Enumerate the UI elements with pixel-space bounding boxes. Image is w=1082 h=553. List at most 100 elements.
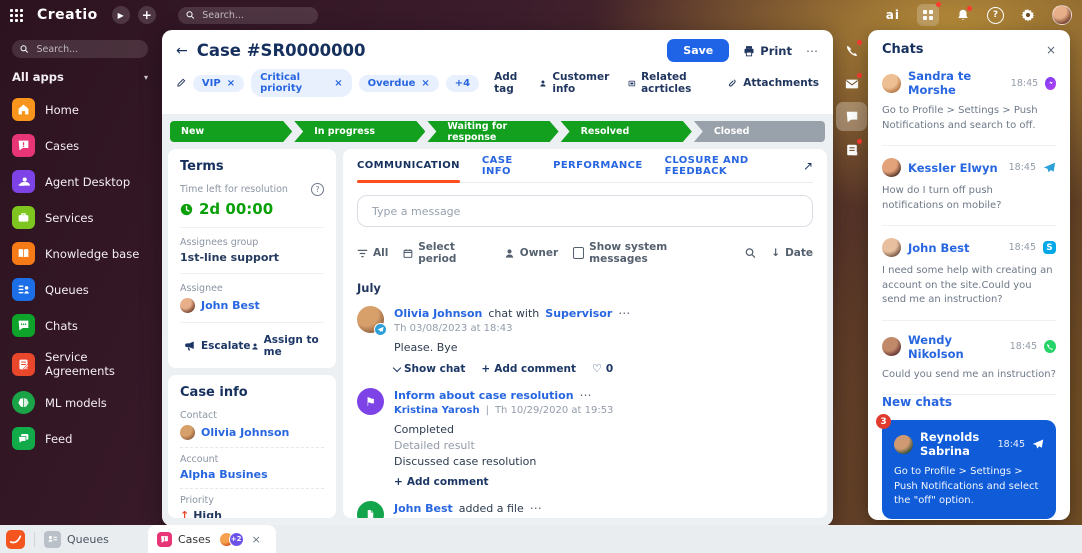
tag-pill[interactable]: Critical priority× <box>251 69 351 97</box>
contact-link[interactable]: Olivia Johnson <box>201 426 289 439</box>
time-left-value-row: 2d 00:00 <box>180 200 324 218</box>
queues-tab-icon <box>44 531 61 548</box>
sidebar-item-service-agreements[interactable]: Service Agreements <box>12 350 148 378</box>
pipeline-stage-new[interactable]: New <box>170 121 292 142</box>
sidebar-item-knowledge-base[interactable]: Knowledge base <box>12 242 148 265</box>
sidebar-item-agent-desktop[interactable]: Agent Desktop <box>12 170 148 193</box>
like-button[interactable]: ♡0 <box>592 362 613 375</box>
tab-case-info[interactable]: CASE INFO <box>482 149 531 182</box>
account-label: Account <box>180 454 324 465</box>
sidebar-item-home[interactable]: Home <box>12 98 148 121</box>
tag-pill[interactable]: VIP× <box>193 75 244 92</box>
pipeline-stage-closed[interactable]: Closed <box>694 121 825 142</box>
close-icon[interactable]: × <box>1046 43 1056 57</box>
feed-item-file: John Best added a file ⋯ 245 kBt|Yesterd… <box>357 501 813 518</box>
more-options-icon[interactable]: ⋯ <box>580 388 593 402</box>
telegram-icon <box>1043 161 1056 174</box>
escalate-button[interactable]: Escalate <box>184 334 251 358</box>
stage-label: Waiting for response <box>447 121 558 143</box>
sidebar-item-services[interactable]: Services <box>12 206 148 229</box>
app-launcher-icon[interactable] <box>10 9 23 22</box>
add-tag-button[interactable]: Add tag <box>494 71 532 95</box>
more-options-icon[interactable]: ⋯ <box>530 501 543 515</box>
settings-button[interactable] <box>1021 8 1035 22</box>
calls-strip-button[interactable] <box>836 36 867 65</box>
tab-communication[interactable]: COMMUNICATION <box>357 149 460 182</box>
pipeline-stage-in-progress[interactable]: In progress <box>294 121 425 142</box>
taskbar-tab-cases[interactable]: Cases +2 × <box>148 525 276 553</box>
tag-pill[interactable]: Overdue× <box>359 75 439 92</box>
sidebar-search-input[interactable] <box>34 43 140 56</box>
notifications-button[interactable] <box>956 8 970 22</box>
pipeline-stage-resolved[interactable]: Resolved <box>561 121 692 142</box>
pencil-icon[interactable] <box>176 77 186 89</box>
email-strip-button[interactable] <box>836 69 867 98</box>
remove-tag-icon[interactable]: × <box>227 78 235 89</box>
new-chat-card[interactable]: 3 Reynolds Sabrina 18:45 Go to Profile >… <box>882 420 1056 519</box>
global-search-input[interactable] <box>200 9 310 22</box>
task-title-link[interactable]: Inform about case resolution <box>394 389 574 402</box>
add-comment-button[interactable]: +Add comment <box>394 476 489 488</box>
chat-list-item[interactable]: Sandra te Morshe 18:45 Go to Profile > S… <box>882 57 1056 146</box>
sidebar-item-ml-models[interactable]: ML models <box>12 391 148 414</box>
chats-strip-button[interactable] <box>836 102 867 131</box>
more-options-icon[interactable]: ⋯ <box>618 306 631 320</box>
play-button[interactable]: ▶ <box>112 6 130 24</box>
status-pipeline: New In progress Waiting for response Res… <box>170 121 825 142</box>
chat-list-item[interactable]: Wendy Nikolson 18:45 Could you send me a… <box>882 321 1056 396</box>
save-button[interactable]: Save <box>667 39 729 62</box>
workplaces-button[interactable] <box>917 4 939 26</box>
related-articles-button[interactable]: Related acrticles <box>628 71 711 95</box>
global-search[interactable] <box>178 7 318 24</box>
more-tags-pill[interactable]: +4 <box>446 75 479 92</box>
filter-all[interactable]: All <box>357 247 388 259</box>
sidebar-item-feed[interactable]: Feed <box>12 427 148 450</box>
agent-icon <box>12 170 35 193</box>
sidebar-search[interactable] <box>12 40 148 58</box>
help-button[interactable]: ? <box>987 7 1004 24</box>
all-apps-selector[interactable]: All apps ▾ <box>12 70 148 84</box>
close-tab-icon[interactable]: × <box>252 533 261 546</box>
add-comment-button[interactable]: +Add comment <box>481 363 576 375</box>
account-link[interactable]: Alpha Busines <box>180 468 324 481</box>
filter-select-period[interactable]: Select period <box>403 241 488 265</box>
show-chat-button[interactable]: Show chat <box>394 363 465 375</box>
message-input-box[interactable] <box>357 195 813 227</box>
chat-list-item[interactable]: John Best 18:45 S I need some help with … <box>882 226 1056 321</box>
checkbox-icon[interactable] <box>573 247 584 259</box>
filter-owner[interactable]: Owner <box>504 247 558 259</box>
print-button[interactable]: Print <box>743 44 792 58</box>
add-button[interactable]: + <box>138 6 156 24</box>
target-link[interactable]: Supervisor <box>545 307 612 320</box>
author-link[interactable]: Olivia Johnson <box>394 307 482 320</box>
more-options-icon[interactable]: ⋯ <box>806 44 819 58</box>
creatio-taskbar-logo[interactable] <box>6 530 25 549</box>
filter-show-system[interactable]: Show system messages <box>573 241 715 265</box>
message-input[interactable] <box>370 204 800 219</box>
sidebar-item-queues[interactable]: Queues <box>12 278 148 301</box>
taskbar-tab-queues[interactable]: Queues <box>44 531 109 548</box>
remove-tag-icon[interactable]: × <box>334 78 342 89</box>
assignee-link[interactable]: John Best <box>201 299 260 312</box>
user-avatar[interactable] <box>1052 5 1072 25</box>
cases-tab-label: Cases <box>178 533 211 546</box>
customer-info-button[interactable]: Customer info <box>539 71 612 95</box>
attachments-button[interactable]: Attachments <box>727 71 819 95</box>
sort-by-date[interactable]: ↓ Date <box>771 247 813 259</box>
tab-performance[interactable]: PERFORMANCE <box>553 149 643 182</box>
ai-button[interactable]: ai <box>886 8 900 22</box>
chat-list-item[interactable]: Kessler Elwyn 18:45 How do I turn off pu… <box>882 146 1056 226</box>
search-icon[interactable] <box>745 247 756 259</box>
author-link[interactable]: John Best <box>394 502 453 515</box>
remove-tag-icon[interactable]: × <box>421 78 429 89</box>
back-arrow-icon[interactable]: ← <box>176 43 188 59</box>
sidebar-item-chats[interactable]: Chats <box>12 314 148 337</box>
assign-to-me-button[interactable]: Assign to me <box>251 334 320 358</box>
tab-closure-feedback[interactable]: CLOSURE AND FEEDBACK <box>665 149 781 182</box>
feed-strip-button[interactable] <box>836 135 867 164</box>
help-icon[interactable]: ? <box>311 183 324 196</box>
pipeline-stage-waiting[interactable]: Waiting for response <box>427 121 558 142</box>
sidebar-item-cases[interactable]: Cases <box>12 134 148 157</box>
author-link[interactable]: Kristina Yarosh <box>394 405 480 416</box>
expand-icon[interactable]: ↗ <box>803 159 813 173</box>
